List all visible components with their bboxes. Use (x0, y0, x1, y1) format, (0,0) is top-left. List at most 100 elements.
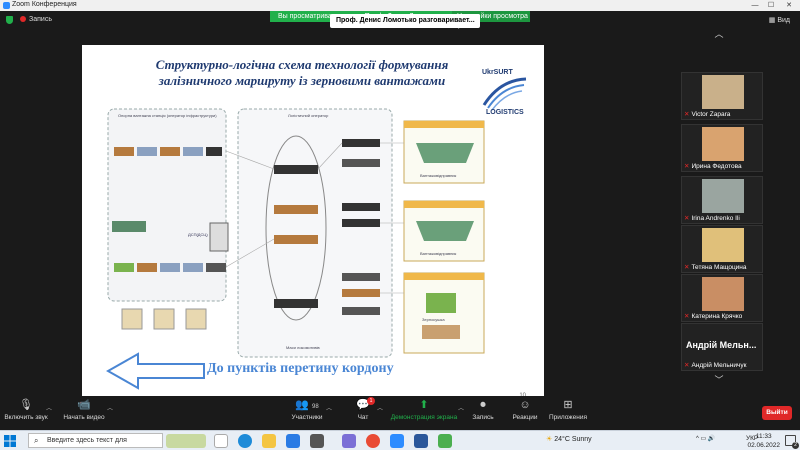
participant-tile[interactable]: ✕ Тетяна Мащоцина (681, 225, 763, 273)
security-shield-icon[interactable] (6, 16, 13, 24)
participant-name: Irina Andrenko Ili (691, 215, 740, 222)
start-video-button[interactable]: 📹 Начать видео (60, 398, 108, 421)
task-view-icon[interactable] (214, 434, 228, 448)
windows-start-icon[interactable] (4, 435, 16, 447)
participant-tile[interactable]: ✕ Ирина Федотова (681, 124, 763, 172)
notification-center-icon[interactable]: 2 (785, 435, 799, 449)
record-dot-icon (20, 16, 26, 22)
muted-mic-icon: ✕ (684, 362, 690, 369)
leave-button[interactable]: Выйти (762, 406, 792, 420)
apps-icon: ⊞ (563, 399, 573, 411)
gallery-scroll-down-icon[interactable]: ﹀ (712, 375, 726, 385)
participant-name: Катерина Крячко (691, 313, 743, 320)
reactions-icon: ☺ (519, 399, 531, 411)
presentation-slide: Структурно-логічна схема технології форм… (82, 45, 544, 399)
chat-label: Чат (357, 414, 369, 421)
tray-icons[interactable]: ^ ▭ 🔊 (696, 435, 715, 442)
muted-mic-icon: ✕ (684, 163, 690, 170)
participant-name: Андрій Мельничук (691, 362, 747, 369)
recording-indicator[interactable]: Запись (20, 16, 52, 23)
participant-name-row: ✕ Тетяна Мащоцина (684, 263, 747, 271)
participant-name-row: ✕ Андрій Мельничук (684, 361, 746, 369)
participant-tile[interactable]: ✕ Irina Andrenko Ili (681, 176, 763, 224)
muted-mic-icon: ✕ (684, 215, 690, 222)
taskbar-widget-image[interactable] (166, 434, 206, 448)
terminal-2-label: Вантажовідправник (420, 251, 457, 256)
participant-name-row: ✕ Ирина Федотова (684, 162, 742, 170)
weather-text: 24°C Sunny (554, 436, 592, 443)
zoom-app-icon (3, 2, 10, 9)
operator-block-label: Логістичний оператор (288, 113, 329, 118)
reactions-button[interactable]: ☺ Реакции (510, 398, 540, 421)
view-button[interactable]: ▦ Вид (769, 16, 790, 24)
view-label: Вид (777, 17, 790, 24)
locomotive-left (112, 221, 146, 232)
edge-browser-icon[interactable] (238, 434, 252, 448)
start-video-label: Начать видео (63, 414, 105, 421)
mail-app-icon[interactable] (286, 434, 300, 448)
teams-app-icon[interactable] (342, 434, 356, 448)
slide-title-line-2: залізничного маршруту із зерновими ванта… (158, 73, 446, 88)
participant-photo (702, 277, 744, 311)
unmute-button[interactable]: 🎙 Включить звук (4, 398, 48, 421)
close-button[interactable]: ✕ (782, 0, 796, 11)
app-icon[interactable] (438, 434, 452, 448)
station-block (107, 108, 227, 302)
terminal-3-label: Зерносушка (422, 317, 445, 322)
chrome-browser-icon[interactable] (366, 434, 380, 448)
chat-caret-icon[interactable]: ︿ (377, 403, 383, 412)
granary-icon (426, 293, 456, 313)
participant-name: Ирина Федотова (691, 163, 742, 170)
window-title: Zoom Конференция (12, 1, 77, 8)
share-screen-label: Демонстрация экрана (390, 414, 458, 421)
participant-photo (702, 127, 744, 161)
participant-tile[interactable]: Андрій Мельн... ✕ Андрій Мельничук (681, 323, 763, 371)
maximize-button[interactable]: ☐ (764, 0, 778, 11)
muted-mic-icon: ✕ (684, 111, 690, 118)
taskbar-clock[interactable]: 11:33 02.06.2022 (747, 432, 780, 450)
file-explorer-icon[interactable] (262, 434, 276, 448)
record-button[interactable]: ⏺ Запись (470, 398, 496, 421)
store-app-icon[interactable] (310, 434, 324, 448)
word-app-icon[interactable] (414, 434, 428, 448)
active-speaker-label: Проф. Денис Ломотько разговаривает... (330, 14, 480, 28)
station-block-label: Опорна вантажна станція (оператор інфрас… (118, 113, 217, 118)
participants-caret-icon[interactable]: ︿ (326, 403, 332, 412)
truck-icon (422, 325, 460, 339)
audio-options-caret-icon[interactable]: ︿ (46, 403, 52, 412)
terminal-1-label: Вантажовідправник (420, 173, 457, 178)
volume-icon: 🔊 (707, 436, 716, 442)
participants-label: Участники (291, 414, 323, 421)
share-screen-icon: ⬆ (419, 399, 429, 411)
weather-widget[interactable]: ☀ 24°C Sunny (546, 435, 592, 443)
meeting-toolbar: 🎙 Включить звук ︿ 📹 Начать видео ︿ 👥 98 … (0, 396, 800, 430)
logistics-flow-diagram: Опорна вантажна станція (оператор інфрас… (107, 108, 485, 358)
clock-time: 11:33 (755, 433, 772, 440)
participant-name: Victor Zapara (691, 111, 731, 118)
participant-tile[interactable]: ✕ Victor Zapara (681, 72, 763, 120)
participant-big-name: Андрій Мельн... (686, 340, 757, 350)
participant-photo (702, 179, 744, 213)
participant-tile[interactable]: ✕ Катерина Крячко (681, 274, 763, 322)
border-crossing-arrow-icon (106, 352, 205, 390)
zoom-taskbar-icon[interactable] (390, 434, 404, 448)
muted-mic-icon: ✕ (684, 313, 690, 320)
participant-photo (702, 75, 744, 109)
participants-button[interactable]: 👥 98 Участники (288, 398, 326, 421)
window-title-bar: Zoom Конференция — ☐ ✕ (0, 0, 800, 11)
search-icon: ⌕ (34, 436, 39, 445)
meeting-top-bar: Запись Вы просматриваете экран Проф. Ден… (0, 11, 800, 31)
share-screen-button[interactable]: ⬆ Демонстрация экрана (390, 398, 458, 421)
muted-mic-icon: ✕ (684, 264, 690, 271)
shared-screen-area: Структурно-логічна схема технології форм… (0, 29, 665, 399)
network-icon: ▭ (700, 436, 708, 442)
apps-button[interactable]: ⊞ Приложения (546, 398, 590, 421)
video-options-caret-icon[interactable]: ︿ (107, 403, 113, 412)
gallery-scroll-up-icon[interactable]: ︿ (712, 29, 726, 39)
minimize-button[interactable]: — (748, 0, 762, 11)
clock-date: 02.06.2022 (747, 442, 780, 449)
recording-label: Запись (29, 16, 52, 23)
chat-button[interactable]: 💬 1 Чат (350, 397, 376, 421)
share-caret-icon[interactable]: ︿ (458, 403, 464, 412)
taskbar-search-input[interactable]: ⌕ Введите здесь текст для (28, 433, 163, 448)
